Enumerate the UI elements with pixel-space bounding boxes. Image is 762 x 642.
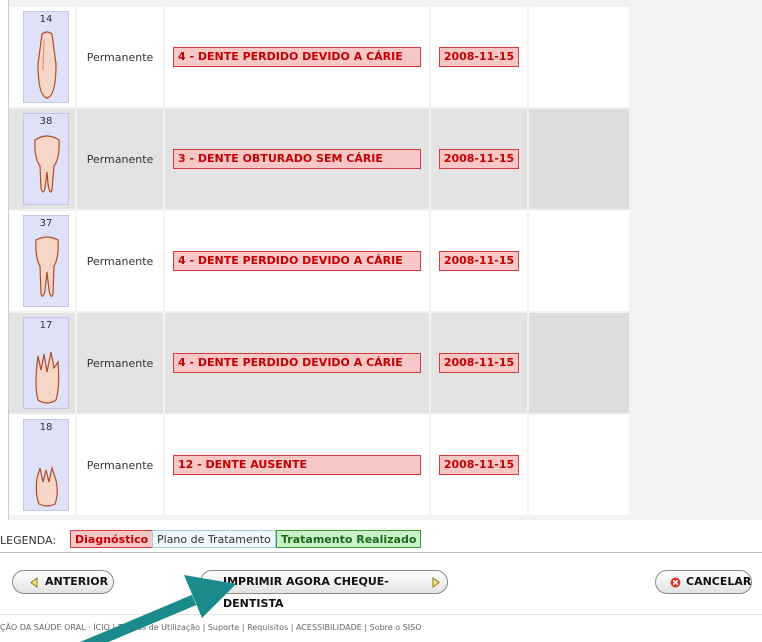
pointer-arrow-icon: [80, 575, 236, 642]
treatment-panel: 14 Permanente 4 - DENTE PERDIDO DEVIDO A…: [0, 0, 762, 642]
